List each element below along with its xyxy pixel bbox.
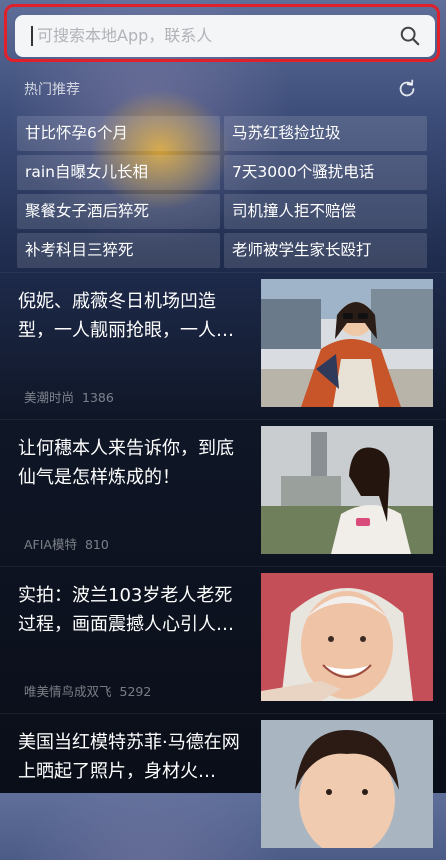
news-count: 5292 [119,684,152,699]
hot-topics-grid: 甘比怀孕6个月 马苏红毯捡垃圾 rain自曝女儿长相 7天3000个骚扰电话 聚… [17,116,427,268]
news-card[interactable]: 让何穗本人来告诉你，到底仙气是怎样炼成的！ AFIA模特 810 [0,419,446,566]
news-title[interactable]: 实拍：波兰103岁老人老死过程，画面震撼人心引人… [18,581,250,639]
news-source: AFIA模特 [24,537,77,552]
hot-topic-chip[interactable]: 7天3000个骚扰电话 [224,155,427,190]
search-input[interactable]: 可搜索本地App，联系人 [15,15,435,57]
hot-topic-chip[interactable]: 老师被学生家长殴打 [224,233,427,268]
news-thumbnail-image [261,573,433,701]
news-meta: AFIA模特 810 [24,534,109,553]
news-thumbnail[interactable] [261,279,433,407]
hot-topic-chip[interactable]: 补考科目三猝死 [17,233,220,268]
news-title[interactable]: 倪妮、戚薇冬日机场凹造型，一人靓丽抢眼，一人超… [18,287,250,345]
hot-topic-chip[interactable]: 马苏红毯捡垃圾 [224,116,427,151]
news-card[interactable]: 美国当红模特苏菲·马德在网上晒起了照片，身材火… [0,713,446,860]
news-count: 1386 [82,390,114,405]
news-count: 810 [84,537,109,552]
news-card[interactable]: 倪妮、戚薇冬日机场凹造型，一人靓丽抢眼，一人超… 美潮时尚 1386 [0,272,446,419]
search-icon[interactable] [399,25,421,47]
news-title[interactable]: 让何穗本人来告诉你，到底仙气是怎样炼成的！ [18,434,250,492]
hot-topic-chip[interactable]: 聚餐女子酒后猝死 [17,194,220,229]
news-meta: 美潮时尚 1386 [24,387,114,406]
hot-recommend-title: 热门推荐 [24,82,80,98]
news-source: 唯美情鸟成双飞 [24,684,112,699]
search-placeholder: 可搜索本地App，联系人 [37,26,213,45]
news-thumbnail[interactable] [261,573,433,701]
news-feed: 倪妮、戚薇冬日机场凹造型，一人靓丽抢眼，一人超… 美潮时尚1386 让何穗本 [0,272,446,860]
hot-topic-chip[interactable]: 司机撞人拒不赔偿 [224,194,427,229]
news-thumbnail[interactable] [261,426,433,554]
news-thumbnail-image [261,720,433,848]
news-thumbnail-image [261,426,433,554]
news-thumbnail[interactable] [261,720,433,848]
refresh-icon[interactable] [396,78,418,100]
news-thumbnail-image [261,279,433,407]
news-title[interactable]: 美国当红模特苏菲·马德在网上晒起了照片，身材火… [18,728,250,786]
hot-topic-chip[interactable]: 甘比怀孕6个月 [17,116,220,151]
hot-topic-chip[interactable]: rain自曝女儿长相 [17,155,220,190]
news-meta: 唯美情鸟成双飞 5292 [24,681,151,700]
hot-recommend-header: 热门推荐 [24,78,426,100]
search-highlight-frame: 可搜索本地App，联系人 [4,4,440,62]
news-card[interactable]: 实拍：波兰103岁老人老死过程，画面震撼人心引人… 唯美情鸟成双飞 5292 [0,566,446,713]
news-source: 美潮时尚 [24,390,75,405]
text-caret [31,26,33,46]
